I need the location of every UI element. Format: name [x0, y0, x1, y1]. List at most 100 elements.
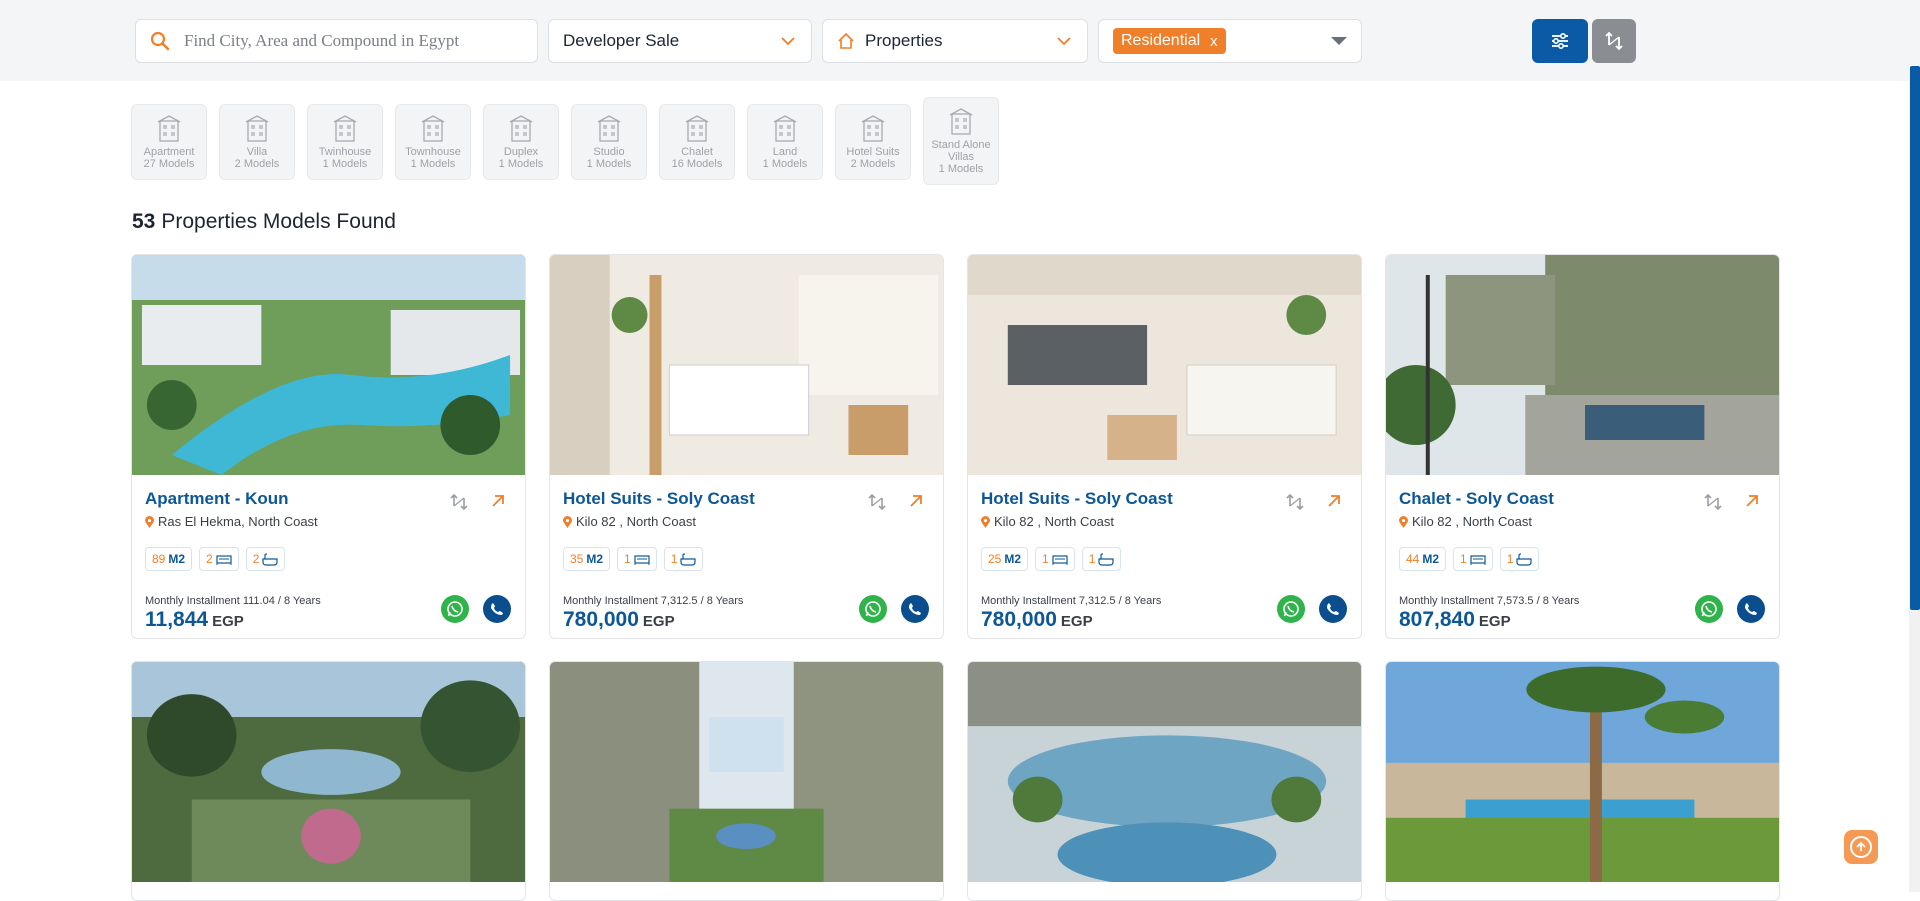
listing-card[interactable]: Apartment - Koun Ras El Hekma, North Coas… — [131, 254, 526, 639]
monthly-installment: Monthly Installment 7,573.5 / 8 Years — [1399, 595, 1580, 607]
listing-card[interactable] — [1385, 661, 1780, 901]
listing-card[interactable]: Hotel Suits - Soly Coast Kilo 82 , North … — [967, 254, 1362, 639]
compare-icon[interactable] — [1285, 492, 1305, 512]
price-currency: EGP — [642, 613, 675, 630]
chevron-down-icon — [1057, 37, 1071, 46]
listing-card[interactable]: Hotel Suits - Soly Coast Kilo 82 , North … — [549, 254, 944, 639]
category-tile[interactable]: Land 1 Models — [747, 104, 823, 180]
tag-label: Residential — [1121, 32, 1201, 49]
listing-card[interactable] — [131, 661, 526, 901]
bath-icon — [1098, 552, 1115, 566]
category-tile[interactable]: Chalet 16 Models — [659, 104, 735, 180]
area-chip: 44 M2 — [1399, 547, 1447, 571]
bedrooms-chip: 1 — [1453, 547, 1493, 571]
bedrooms-chip: 1 — [617, 547, 657, 571]
listing-photo[interactable] — [968, 662, 1361, 887]
call-button[interactable] — [1737, 595, 1765, 623]
listing-location: Kilo 82 , North Coast — [1399, 514, 1532, 529]
category-count: 1 Models — [322, 157, 368, 170]
tag-remove-button[interactable]: x — [1210, 33, 1218, 50]
call-button[interactable] — [901, 595, 929, 623]
listing-card[interactable] — [549, 661, 944, 901]
whatsapp-button[interactable] — [441, 595, 469, 623]
category-name: Apartment — [143, 145, 195, 158]
area-value: 35 — [570, 552, 584, 566]
category-count: 1 Models — [498, 157, 544, 170]
open-link-icon[interactable] — [907, 492, 925, 510]
price-currency: EGP — [1478, 613, 1511, 630]
whatsapp-icon — [1283, 601, 1299, 617]
location-pin-icon — [145, 515, 154, 528]
area-chip: 89 M2 — [145, 547, 193, 571]
category-tile[interactable]: Stand Alone Villas 1 Models — [923, 97, 999, 185]
listing-card[interactable]: Chalet - Soly Coast Kilo 82 , North Coast… — [1385, 254, 1780, 639]
bathrooms-value: 1 — [1088, 552, 1096, 566]
listing-photo[interactable] — [132, 255, 525, 475]
open-link-icon[interactable] — [1325, 492, 1343, 510]
listing-photo[interactable] — [1386, 255, 1779, 475]
bath-icon — [262, 552, 279, 566]
call-button[interactable] — [483, 595, 511, 623]
location-pin-icon — [981, 515, 990, 528]
listing-location: Kilo 82 , North Coast — [563, 514, 696, 529]
listing-price: 11,844 EGP — [145, 608, 244, 632]
listing-specs: 25 M2 1 1 — [981, 547, 1122, 571]
price-currency: EGP — [212, 613, 244, 630]
category-name: Chalet — [681, 145, 713, 158]
call-button[interactable] — [1319, 595, 1347, 623]
whatsapp-button[interactable] — [859, 595, 887, 623]
compare-icon[interactable] — [1703, 492, 1723, 512]
category-tile[interactable]: Townhouse 1 Models — [395, 104, 471, 180]
price-value: 780,000 — [563, 608, 639, 631]
category-name: Studio — [593, 145, 625, 158]
bathrooms-value: 2 — [252, 552, 260, 566]
category-tile[interactable]: Apartment 27 Models — [131, 104, 207, 180]
category-count: 1 Models — [938, 162, 984, 175]
category-count: 1 Models — [586, 157, 632, 170]
bedrooms-value: 1 — [624, 552, 631, 566]
category-tile[interactable]: Twinhouse 1 Models — [307, 104, 383, 180]
listing-title[interactable]: Chalet - Soly Coast — [1399, 489, 1554, 509]
open-link-icon[interactable] — [1743, 492, 1761, 510]
listing-card[interactable] — [967, 661, 1362, 901]
search-input[interactable] — [182, 30, 516, 52]
sale-type-dropdown[interactable]: Developer Sale — [548, 19, 812, 63]
scrollbar-thumb[interactable] — [1910, 66, 1920, 610]
whatsapp-button[interactable] — [1695, 595, 1723, 623]
search-box[interactable] — [135, 19, 538, 63]
bathrooms-chip: 1 — [1081, 547, 1122, 571]
listing-photo[interactable] — [550, 662, 943, 882]
open-link-icon[interactable] — [489, 492, 507, 510]
area-unit: M2 — [1004, 552, 1022, 566]
whatsapp-button[interactable] — [1277, 595, 1305, 623]
category-tile[interactable]: Hotel Suits 2 Models — [835, 104, 911, 180]
price-value: 807,840 — [1399, 608, 1475, 631]
property-type-select[interactable]: Residential x — [1098, 19, 1362, 63]
category-name: Land — [772, 145, 798, 158]
compare-button[interactable] — [1592, 19, 1636, 63]
listing-title[interactable]: Apartment - Koun — [145, 489, 289, 509]
listing-title[interactable]: Hotel Suits - Soly Coast — [981, 489, 1173, 509]
caret-down-icon[interactable] — [1331, 37, 1347, 45]
compare-icon[interactable] — [449, 492, 469, 512]
category-tile[interactable]: Studio 1 Models — [571, 104, 647, 180]
listing-photo[interactable] — [968, 255, 1361, 475]
category-tile[interactable]: Duplex 1 Models — [483, 104, 559, 180]
chalet-icon — [685, 114, 709, 142]
listing-photo[interactable] — [550, 255, 943, 475]
scroll-to-top-button[interactable] — [1844, 830, 1878, 864]
category-name: Twinhouse — [318, 145, 372, 158]
listing-title[interactable]: Hotel Suits - Soly Coast — [563, 489, 755, 509]
category-count: 2 Models — [850, 157, 896, 170]
category-name: Duplex — [503, 145, 539, 158]
listing-photo[interactable] — [132, 662, 525, 882]
compare-icon[interactable] — [867, 492, 887, 512]
listing-details: Apartment - Koun Ras El Hekma, North Coas… — [132, 475, 525, 638]
advanced-filter-button[interactable] — [1532, 19, 1588, 63]
category-tile[interactable]: Villa 2 Models — [219, 104, 295, 180]
category-dropdown[interactable]: Properties — [822, 19, 1088, 63]
bed-icon — [1470, 554, 1486, 565]
listing-photo[interactable] — [1386, 662, 1779, 882]
villa-icon — [245, 114, 269, 142]
standalone-villa-icon — [949, 107, 973, 135]
